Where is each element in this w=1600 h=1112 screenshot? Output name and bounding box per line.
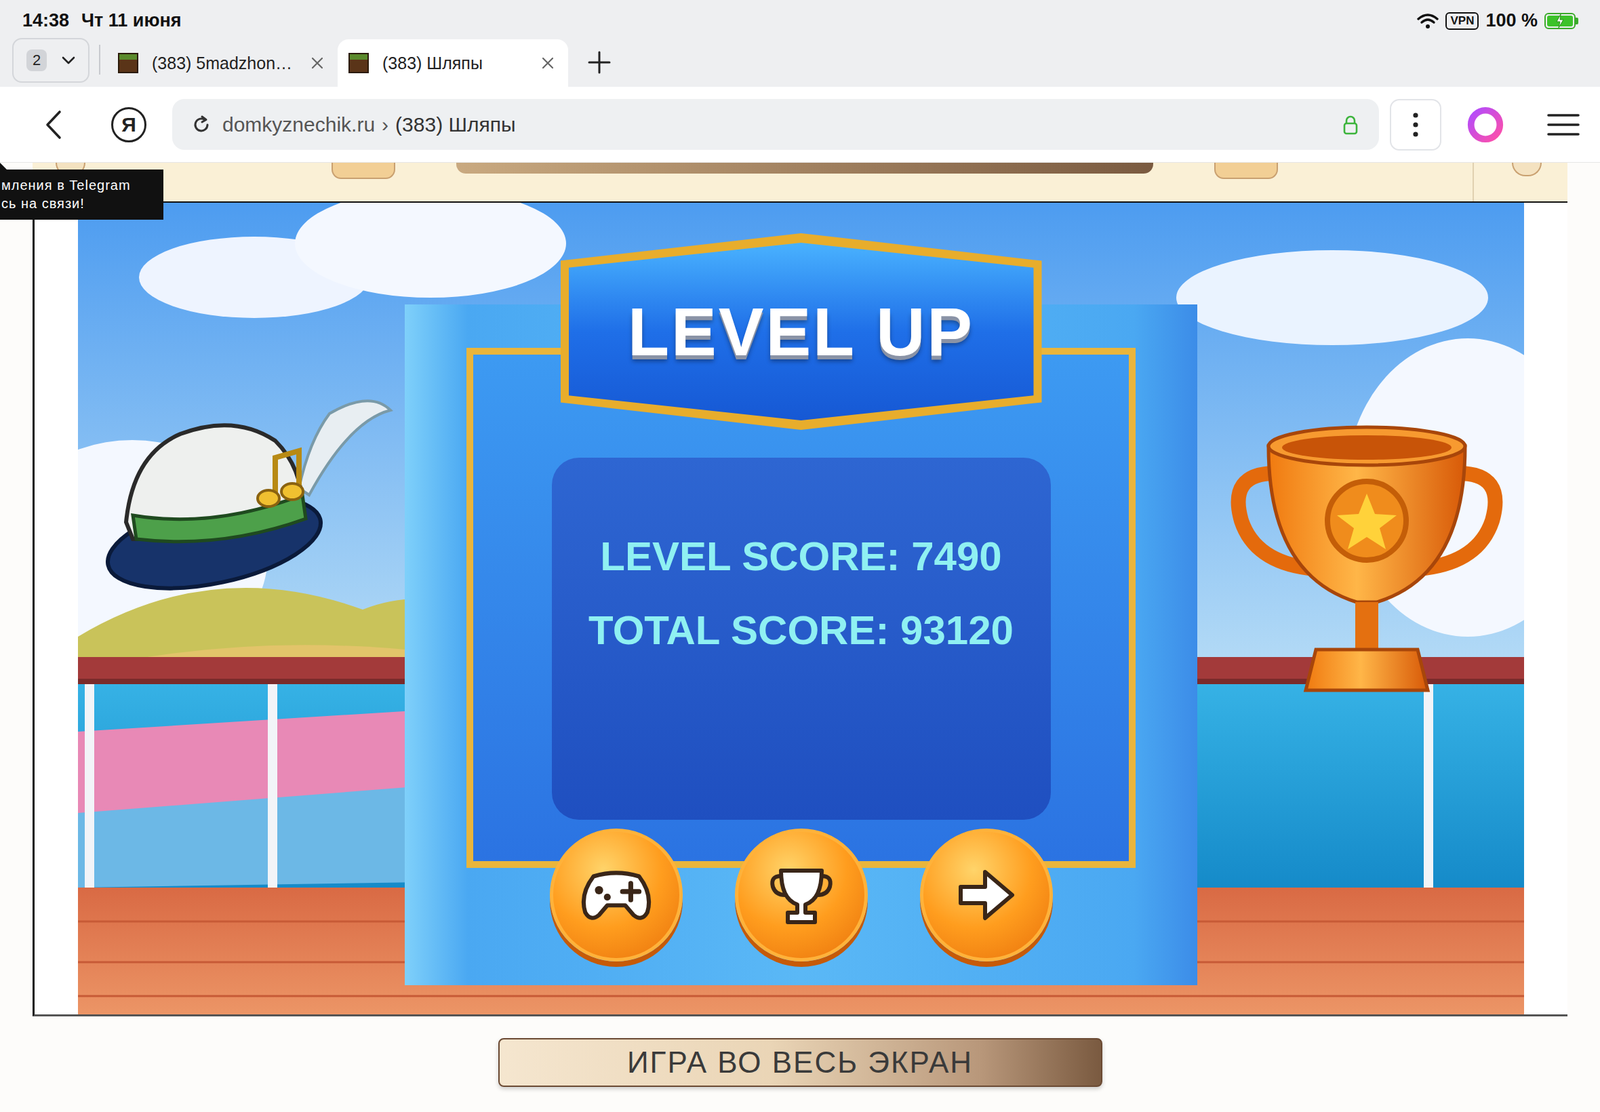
yandex-logo-letter: Я [121, 114, 137, 135]
tab-label: (383) Шляпы [382, 53, 528, 74]
gamepad-icon [578, 863, 655, 927]
url-field[interactable]: domkyznechik.ru›(383) Шляпы [172, 98, 1379, 150]
leaderboard-button[interactable] [734, 828, 868, 962]
browser-window: 14:38 Чт 11 июня VPN 100 % 2 (383) 5madzhon… (… [0, 0, 1600, 1112]
date: Чт 11 июня [81, 10, 182, 32]
favicon-top [349, 54, 368, 60]
next-button[interactable] [920, 828, 1053, 962]
favicon-top [119, 54, 137, 60]
reload-icon[interactable] [191, 114, 212, 135]
menu-kebab-button[interactable] [1389, 98, 1442, 151]
tab-separator [98, 44, 101, 75]
tab[interactable]: (383) 5madzhon… [107, 39, 338, 87]
charging-bolt-icon [1555, 14, 1565, 28]
tab-count: 2 [26, 49, 47, 72]
web-page: мления в Telegramсь на связи!LEVEL UPLEV… [0, 162, 1600, 1112]
level-up-title: LEVEL UP [627, 292, 975, 371]
wifi-icon [1416, 12, 1439, 30]
next-arrow-icon [952, 861, 1021, 929]
tooltip-pointer [0, 162, 7, 170]
lock-icon[interactable] [1342, 114, 1359, 135]
chevron-down-icon [61, 56, 76, 65]
score-line: LEVEL SCORE: 7490 [600, 532, 1002, 582]
strip-button[interactable] [331, 162, 396, 179]
level-up-panel: LEVEL UP LEVEL SCORE: 7490 TOTAL SCORE: 93… [404, 233, 1198, 986]
tab-count-button[interactable]: 2 [12, 37, 90, 83]
battery-percent: 100 % [1485, 10, 1538, 32]
close-icon[interactable] [541, 56, 555, 70]
trophy-picture [1227, 418, 1506, 701]
url-separator: › [381, 113, 389, 137]
banner-inner: LEVEL UP [568, 242, 1034, 421]
fullscreen-button[interactable]: ИГРА ВО ВЕСЬ ЭКРАН [498, 1037, 1103, 1087]
feathered-hat-picture [105, 393, 398, 597]
battery-body [1544, 12, 1576, 30]
close-icon[interactable] [310, 56, 325, 70]
score-box: LEVEL SCORE: 7490 TOTAL SCORE: 93120 [551, 457, 1051, 820]
battery-cap [1575, 17, 1579, 25]
new-tab-plus-icon[interactable] [587, 50, 612, 75]
status-bar: 14:38 Чт 11 июня VPN 100 % [0, 0, 1600, 32]
trophy-icon [767, 861, 836, 929]
time: 14:38 [22, 10, 70, 32]
play-button[interactable] [549, 828, 683, 962]
fullscreen-row: ИГРА ВО ВЕСЬ ЭКРАН [0, 1016, 1600, 1112]
address-bar: Яdomkyznechik.ru›(383) Шляпы [0, 86, 1600, 163]
strip-button[interactable] [1214, 162, 1278, 179]
kebab-icon [1412, 112, 1419, 137]
vpn-badge: VPN [1445, 12, 1479, 30]
score-line: TOTAL SCORE: 93120 [588, 606, 1014, 655]
tab[interactable]: (383) Шляпы [337, 39, 569, 87]
game-scene[interactable]: LEVEL UP LEVEL SCORE: 7490 TOTAL SCORE: 93… [77, 202, 1525, 1015]
game-frame: LEVEL UP LEVEL SCORE: 7490 TOTAL SCORE: 93… [32, 201, 1568, 1017]
yandex-logo[interactable]: Я [111, 107, 147, 143]
tab-bar: 2 (383) 5madzhon… (383) Шляпы [0, 31, 1600, 87]
hamburger-menu-icon[interactable] [1547, 112, 1580, 137]
url-domain: domkyznechik.ru [222, 113, 375, 137]
tooltip-line: мления в Telegram [1, 176, 160, 195]
favicon-icon [348, 52, 369, 74]
strip-long-button[interactable] [456, 162, 1154, 174]
battery-icon [1544, 12, 1579, 30]
level-up-banner: LEVEL UP [560, 233, 1043, 430]
status-left: 14:38 Чт 11 июня [22, 10, 182, 32]
favicon-icon [117, 52, 139, 74]
tab-label: (383) 5madzhon… [151, 53, 297, 74]
panel-button-row [466, 828, 1136, 962]
strip-divider [1472, 162, 1474, 202]
telegram-tooltip: мления в Telegramсь на связи! [0, 169, 164, 220]
site-top-strip [32, 162, 1568, 202]
status-right: VPN 100 % [1416, 10, 1579, 32]
url-page-title: (383) Шляпы [395, 113, 516, 137]
strip-round-button[interactable] [1511, 162, 1542, 177]
alice-assistant-icon[interactable] [1465, 105, 1506, 145]
tooltip-line: сь на связи! [1, 194, 160, 213]
back-arrow-icon[interactable] [44, 109, 63, 140]
